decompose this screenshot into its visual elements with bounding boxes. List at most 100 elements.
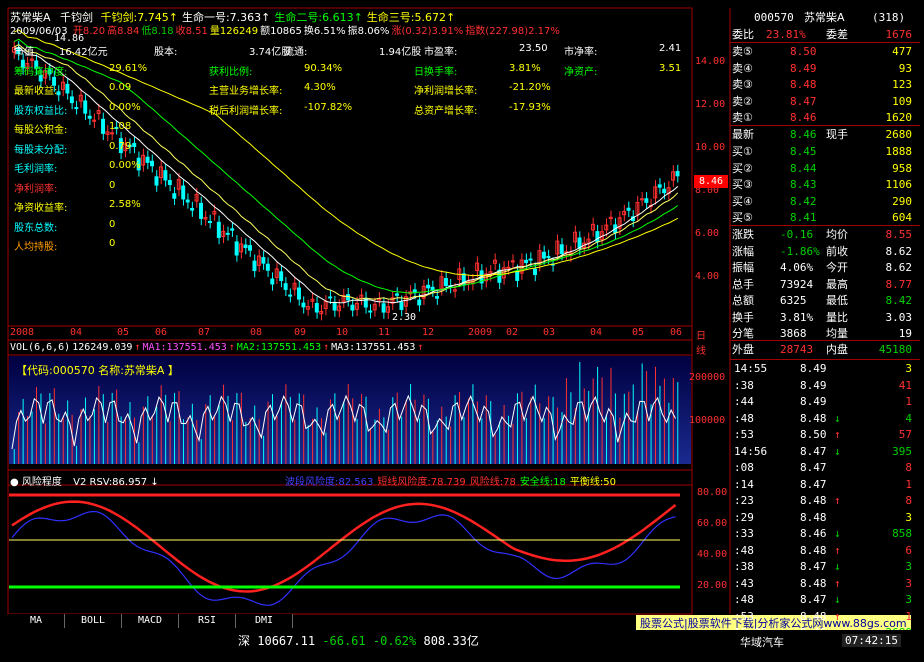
risk-y-axis: 80.00 60.00 40.00 20.00	[693, 485, 729, 613]
stat-row-1: 涨幅 -1.86% 前收 8.62	[732, 244, 918, 260]
risk-legend-item: 波段风险度:82.563	[285, 477, 374, 488]
fund-value: 90.34%	[304, 62, 343, 74]
fund-label: 人均持股:	[14, 242, 58, 253]
bottom-stock-ticker[interactable]: 华域汽车	[740, 634, 784, 650]
cell: ↓	[834, 527, 841, 540]
cell: 8.47	[800, 477, 827, 491]
risk-y-tick: 40.00	[697, 549, 728, 560]
date-tick: 07	[198, 327, 211, 338]
fundamentals-row-7: 净利润率: 0	[14, 180, 684, 195]
buy-level-2: 买② 8.44 958	[732, 161, 918, 177]
tick-row-9: :29 8.48 3	[732, 510, 918, 526]
fund-label: 流通:	[284, 47, 308, 58]
cell: ↓	[834, 560, 841, 573]
separator	[730, 340, 920, 341]
volume-title-part: 126249.039	[72, 342, 133, 353]
cell: (318)	[872, 11, 906, 24]
cell: 3	[905, 362, 912, 375]
ohlc-values: 开8.20 高8.84 低8.18 收8.51 量126249 额10865 换6.51% 振…	[71, 26, 560, 37]
cell: :38	[734, 378, 754, 392]
cell: :48	[734, 593, 754, 606]
date-tick: 05	[117, 327, 130, 338]
cell: 8.62	[885, 244, 913, 258]
date-tick: 08	[250, 327, 263, 338]
cell: 6	[905, 543, 912, 557]
cell: 总手	[732, 277, 754, 291]
latest-row: 最新 8.46 现手 2680	[732, 127, 918, 143]
cell: :14	[734, 477, 754, 491]
cell: ↑	[834, 609, 841, 623]
fund-label: 日换手率:	[414, 66, 458, 78]
risk-dot-icon: ●	[10, 477, 19, 488]
separator	[730, 125, 920, 126]
ohlc-value-4: 量126249	[209, 26, 259, 37]
cell: 8.47	[800, 593, 827, 606]
date-tick: 03	[543, 327, 556, 338]
cell: 8.48	[800, 494, 827, 507]
separator	[730, 225, 920, 226]
cell: 总额	[732, 294, 754, 307]
sell-level-1: 卖① 8.46 1620	[732, 110, 918, 126]
weibi-row: 委比 23.81% 委差 1676	[732, 27, 918, 43]
cell: ↑	[834, 428, 841, 441]
cell: 1620	[885, 111, 913, 124]
cell: 14:56	[734, 444, 768, 458]
cell: 000570	[754, 11, 794, 24]
volume-title-part: ↑	[417, 342, 424, 353]
tab-rsi[interactable]: RSI	[179, 614, 236, 628]
tick-row-2: :44 8.49 1	[732, 394, 918, 410]
cell: 内盘	[826, 343, 848, 356]
cell: 现手	[826, 128, 848, 141]
cell: 8.62	[885, 261, 913, 274]
ohlc-value-2: 低8.18	[141, 26, 174, 37]
sell-level-3: 卖③ 8.48 123	[732, 77, 918, 93]
buy-level-4: 买④ 8.42 290	[732, 194, 918, 210]
fund-value: 0.00%	[109, 101, 141, 113]
cell: 最新	[732, 128, 754, 141]
fund-value: 2.58%	[109, 199, 141, 210]
fund-label: 股本:	[154, 47, 178, 58]
cell: ↓	[834, 444, 841, 458]
date-tick: 06	[670, 327, 683, 338]
volume-y-axis: 200000 100000	[689, 355, 729, 470]
tick-row-4: :53 8.50 ↑ 57	[732, 427, 918, 443]
tab-ma[interactable]: MA	[8, 614, 65, 628]
cell: :38	[734, 560, 754, 573]
quote-title: 000570 苏常柴A (318)	[732, 10, 918, 26]
tab-macd[interactable]: MACD	[122, 614, 179, 628]
index-ticker[interactable]: 深 10667.11 -66.61 -0.62% 808.33亿	[238, 632, 479, 649]
cell: 8.49	[800, 362, 827, 375]
volume-title-part: ↑	[228, 342, 235, 353]
index-pct: -0.62%	[372, 634, 417, 648]
cell: 卖②	[732, 94, 753, 108]
fundamentals-row-1: 筹码集中度: 29.61% 获利比例: 90.34% 日换手率: 3.81% 净资产: 3.5…	[14, 62, 684, 78]
ohlc-value-6: 换6.51%	[303, 26, 346, 37]
stat-row-3: 总手 73924 最高 8.77	[732, 277, 918, 293]
fund-value: -17.93%	[509, 101, 551, 113]
price-y-tick: 4.00	[695, 271, 720, 282]
fund-value: 29.61%	[109, 62, 148, 74]
date-axis: 2008 04 05 06 07 08 09 10 11 12 2009 02 03 04 05 06 日线	[8, 327, 706, 357]
cell: 8.48	[800, 411, 827, 425]
date-tick: 11	[378, 327, 391, 338]
fund-label: 净资产:	[564, 66, 598, 78]
cell: 1106	[885, 178, 913, 191]
date-tick: 06	[155, 327, 168, 338]
cell: 换手	[732, 310, 754, 324]
tick-row-7: :14 8.47 1	[732, 477, 918, 493]
fund-value: 0.09	[109, 82, 132, 93]
risk-legend-item: 短线风险度:78.739	[377, 477, 466, 488]
ohlc-value-9: 指数(227.98)2.17%	[465, 26, 560, 37]
cell: 8.46	[790, 111, 817, 124]
cell: 8.45	[790, 145, 817, 158]
cell: :43	[734, 576, 754, 590]
fund-label: 筹码集中度:	[14, 66, 68, 78]
axis-period-label[interactable]: 日线	[696, 327, 706, 357]
sell-level-4: 卖④ 8.49 93	[732, 61, 918, 77]
cell: ↑	[834, 494, 841, 507]
cell: 8.47	[800, 560, 827, 573]
tab-boll[interactable]: BOLL	[65, 614, 122, 628]
tab-dmi[interactable]: DMI	[236, 614, 293, 628]
fundamentals-row-9: 股东总数: 0	[14, 219, 684, 234]
tick-row-13: :43 8.48 ↑ 3	[732, 576, 918, 592]
